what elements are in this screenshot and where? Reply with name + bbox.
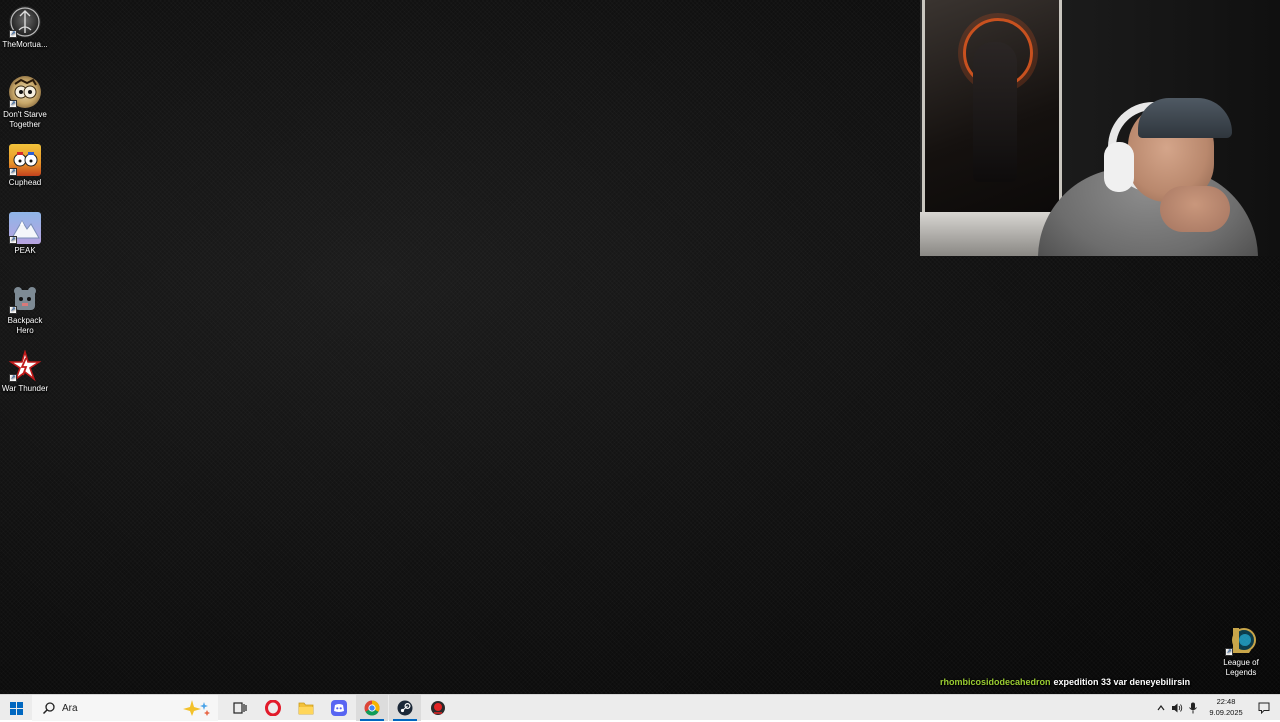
opera-icon <box>265 700 281 716</box>
task-view-button[interactable] <box>224 695 256 721</box>
taskbar-search[interactable] <box>32 695 218 721</box>
desktop-icon-label: War Thunder <box>1 384 49 393</box>
chat-overlay-message: rhombicosidodecahedron expedition 33 var … <box>940 677 1190 687</box>
backpack-hero-icon: ↗ <box>9 282 41 314</box>
desktop-icon-label: League of Legends <box>1223 658 1259 677</box>
desktop-icon-label: Backpack Hero <box>7 316 43 335</box>
chat-username: rhombicosidodecahedron <box>940 677 1051 687</box>
dont-starve-together-icon: ↗ <box>9 76 41 108</box>
desktop-icon-backpack-hero[interactable]: ↗ Backpack Hero <box>0 282 50 336</box>
microphone-icon[interactable] <box>1185 695 1201 721</box>
notification-icon <box>1258 702 1270 714</box>
search-highlight-icon <box>178 699 212 717</box>
streamer-hand <box>1160 186 1230 232</box>
clock-date: 9.09.2025 <box>1209 708 1243 717</box>
desktop-wallpaper: ↗ TheMortua... ↗ Don't Starve Together ↗… <box>0 0 1280 694</box>
desktop-icon-label: TheMortua... <box>2 40 48 49</box>
chevron-up-icon[interactable] <box>1153 695 1169 721</box>
discord-icon <box>331 700 347 716</box>
peak-icon: ↗ <box>9 212 41 244</box>
desktop-icon-dont-starve-together[interactable]: ↗ Don't Starve Together <box>0 76 50 130</box>
desktop-icon-war-thunder[interactable]: ↗ War Thunder <box>0 350 50 394</box>
war-thunder-icon: ↗ <box>9 350 41 382</box>
desktop-icon-label: Cuphead <box>8 178 42 187</box>
system-clock[interactable]: 22:48 9.09.2025 <box>1200 696 1252 718</box>
chrome-icon <box>364 700 380 716</box>
notification-center-button[interactable] <box>1254 695 1274 721</box>
folder-icon <box>298 702 314 715</box>
search-input[interactable] <box>62 702 162 714</box>
chat-message-text: expedition 33 var deneyebilirsin <box>1053 677 1191 687</box>
search-icon <box>42 701 56 715</box>
taskbar-discord[interactable] <box>323 695 355 721</box>
desktop-icon-mortuary[interactable]: ↗ TheMortua... <box>0 6 50 50</box>
taskbar-recording-app[interactable] <box>422 695 454 721</box>
webcam-overlay <box>920 0 1280 256</box>
desktop-icon-label: Don't Starve Together <box>3 110 47 129</box>
cuphead-icon: ↗ <box>9 144 41 176</box>
desktop-icon-league-of-legends[interactable]: ↗ League of Legends <box>1216 624 1266 678</box>
windows-logo-icon <box>9 701 23 715</box>
steam-icon <box>397 700 413 716</box>
speaker-icon[interactable] <box>1169 695 1185 721</box>
clock-time: 22:48 <box>1216 697 1236 706</box>
taskbar-chrome[interactable] <box>356 695 388 721</box>
desktop-icon-label: PEAK <box>14 246 36 255</box>
mortuary-assistant-icon: ↗ <box>9 6 41 38</box>
task-view-icon <box>233 702 247 714</box>
record-app-icon <box>431 701 445 715</box>
wall-poster <box>922 0 1062 215</box>
desktop-icon-peak[interactable]: ↗ PEAK <box>0 212 50 256</box>
taskbar-steam[interactable] <box>389 695 421 721</box>
taskbar: 22:48 9.09.2025 <box>0 694 1280 721</box>
taskbar-file-explorer[interactable] <box>290 695 322 721</box>
start-button[interactable] <box>0 695 32 721</box>
league-of-legends-icon: ↗ <box>1225 624 1257 656</box>
desktop-icon-cuphead[interactable]: ↗ Cuphead <box>0 144 50 188</box>
taskbar-opera[interactable] <box>257 695 289 721</box>
cap <box>1138 98 1232 138</box>
